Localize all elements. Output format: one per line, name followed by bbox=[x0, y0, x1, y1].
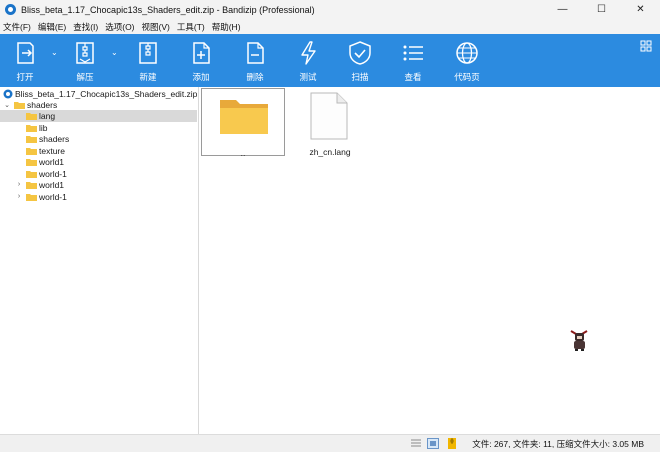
tree-item-lib[interactable]: lib bbox=[0, 122, 197, 134]
open-button[interactable]: 打开 bbox=[8, 34, 42, 87]
chevron-down-icon[interactable]: ⌄ bbox=[3, 101, 11, 109]
menu-help[interactable]: 帮助(H) bbox=[212, 21, 241, 33]
menu-bar: 文件(F) 编辑(E) 查找(I) 选项(O) 视图(V) 工具(T) 帮助(H… bbox=[0, 19, 660, 34]
title-bar: Bliss_beta_1.17_Chocapic13s_Shaders_edit… bbox=[0, 0, 660, 19]
window-title: Bliss_beta_1.17_Chocapic13s_Shaders_edit… bbox=[21, 4, 315, 15]
new-archive-button[interactable]: 新建 bbox=[131, 34, 165, 87]
globe-icon bbox=[456, 42, 478, 64]
view-button[interactable]: 查看 bbox=[396, 34, 430, 87]
test-label: 测试 bbox=[299, 72, 317, 82]
menu-find[interactable]: 查找(I) bbox=[73, 21, 98, 33]
folder-tree: Bliss_beta_1.17_Chocapic13s_Shaders_edit… bbox=[0, 87, 199, 434]
folder-icon bbox=[26, 124, 37, 132]
tree-item-shaders-sub[interactable]: shaders bbox=[0, 133, 197, 145]
scan-button[interactable]: 扫描 bbox=[343, 34, 377, 87]
new-archive-label: 新建 bbox=[139, 72, 157, 82]
close-button[interactable]: ✕ bbox=[621, 0, 660, 19]
codepage-label: 代码页 bbox=[454, 72, 480, 82]
folder-icon bbox=[26, 158, 37, 166]
tree-item-world-minus1[interactable]: world-1 bbox=[0, 168, 197, 180]
layout-grid-icon[interactable] bbox=[640, 40, 652, 52]
maximize-button[interactable]: ☐ bbox=[582, 0, 621, 19]
tree-item-label: world-1 bbox=[39, 191, 67, 202]
scan-shield-icon bbox=[349, 41, 371, 65]
folder-icon bbox=[26, 181, 37, 189]
test-button[interactable]: 测试 bbox=[291, 34, 325, 87]
tree-item-world1[interactable]: world1 bbox=[0, 156, 197, 168]
folder-icon bbox=[26, 112, 37, 120]
bandizip-logo-icon bbox=[5, 4, 16, 15]
menu-options[interactable]: 选项(O) bbox=[105, 21, 134, 33]
add-button[interactable]: 添加 bbox=[184, 34, 218, 87]
folder-icon bbox=[26, 193, 37, 201]
tree-item-lang[interactable]: lang bbox=[0, 110, 197, 122]
toolbar: 打开 ⌄ 解压 ⌄ 新建 添加 删除 测试 扫描 查看 代码页 bbox=[0, 34, 660, 87]
archive-logo-icon bbox=[3, 89, 13, 99]
scan-label: 扫描 bbox=[351, 72, 369, 82]
extract-label: 解压 bbox=[76, 72, 94, 82]
folder-icon bbox=[26, 170, 37, 178]
tree-root-label: Bliss_beta_1.17_Chocapic13s_Shaders_edit… bbox=[15, 88, 198, 99]
tree-item-shaders[interactable]: ⌄ shaders bbox=[0, 99, 197, 111]
file-name: zh_cn.lang bbox=[309, 147, 351, 157]
new-archive-icon bbox=[139, 42, 157, 64]
tree-item-label: shaders bbox=[27, 99, 58, 110]
menu-view[interactable]: 视图(V) bbox=[142, 21, 170, 33]
add-file-icon bbox=[193, 42, 210, 64]
delete-label: 删除 bbox=[246, 72, 264, 82]
open-dropdown-icon[interactable]: ⌄ bbox=[51, 48, 58, 57]
menu-edit[interactable]: 编辑(E) bbox=[38, 21, 66, 33]
tree-item-label: shaders bbox=[39, 133, 70, 144]
add-label: 添加 bbox=[192, 72, 210, 82]
chevron-right-icon[interactable]: › bbox=[15, 193, 23, 200]
extract-icon bbox=[76, 42, 94, 64]
tree-item-label: lang bbox=[39, 110, 56, 121]
file-icon bbox=[310, 92, 348, 140]
file-name: .. bbox=[240, 148, 246, 158]
file-list: .. zh_cn.lang bbox=[200, 87, 660, 434]
test-icon bbox=[301, 41, 316, 65]
codepage-button[interactable]: 代码页 bbox=[450, 34, 484, 87]
tree-item-texture[interactable]: texture bbox=[0, 145, 197, 157]
tree-item-label: world1 bbox=[39, 156, 65, 167]
extract-dropdown-icon[interactable]: ⌄ bbox=[111, 48, 118, 57]
open-label: 打开 bbox=[16, 72, 34, 82]
icon-view-icon[interactable] bbox=[427, 438, 439, 449]
folder-icon bbox=[26, 147, 37, 155]
tree-item-label: texture bbox=[39, 145, 65, 156]
chevron-right-icon[interactable]: › bbox=[15, 181, 23, 188]
file-item-zh-cn-lang[interactable]: zh_cn.lang bbox=[288, 88, 372, 157]
folder-icon bbox=[26, 135, 37, 143]
menu-file[interactable]: 文件(F) bbox=[3, 21, 31, 33]
tree-root[interactable]: Bliss_beta_1.17_Chocapic13s_Shaders_edit… bbox=[0, 88, 197, 100]
view-label: 查看 bbox=[404, 72, 422, 82]
tree-item-world1-root[interactable]: › world1 bbox=[0, 179, 197, 191]
delete-button[interactable]: 删除 bbox=[238, 34, 272, 87]
delete-file-icon bbox=[247, 42, 264, 64]
folder-icon bbox=[220, 100, 268, 134]
status-bar: 文件: 267, 文件夹: 11, 压缩文件大小: 3.05 MB bbox=[0, 434, 660, 452]
open-icon bbox=[17, 42, 34, 64]
file-item-parent-folder[interactable]: .. bbox=[201, 88, 285, 158]
folder-icon bbox=[14, 101, 25, 109]
tree-item-label: lib bbox=[39, 122, 48, 133]
tree-item-world-minus1-root[interactable]: › world-1 bbox=[0, 191, 197, 203]
minimize-button[interactable]: — bbox=[543, 0, 582, 19]
details-view-icon[interactable] bbox=[410, 438, 422, 449]
window-controls: — ☐ ✕ bbox=[543, 0, 660, 19]
tree-item-label: world1 bbox=[39, 179, 65, 190]
tree-item-label: world-1 bbox=[39, 168, 67, 179]
extract-button[interactable]: 解压 bbox=[68, 34, 102, 87]
status-summary: 文件: 267, 文件夹: 11, 压缩文件大小: 3.05 MB bbox=[472, 439, 644, 449]
archive-info-icon[interactable] bbox=[446, 438, 458, 449]
mascot-sprite-icon bbox=[570, 330, 588, 351]
view-list-icon bbox=[403, 45, 423, 61]
menu-tools[interactable]: 工具(T) bbox=[177, 21, 205, 33]
